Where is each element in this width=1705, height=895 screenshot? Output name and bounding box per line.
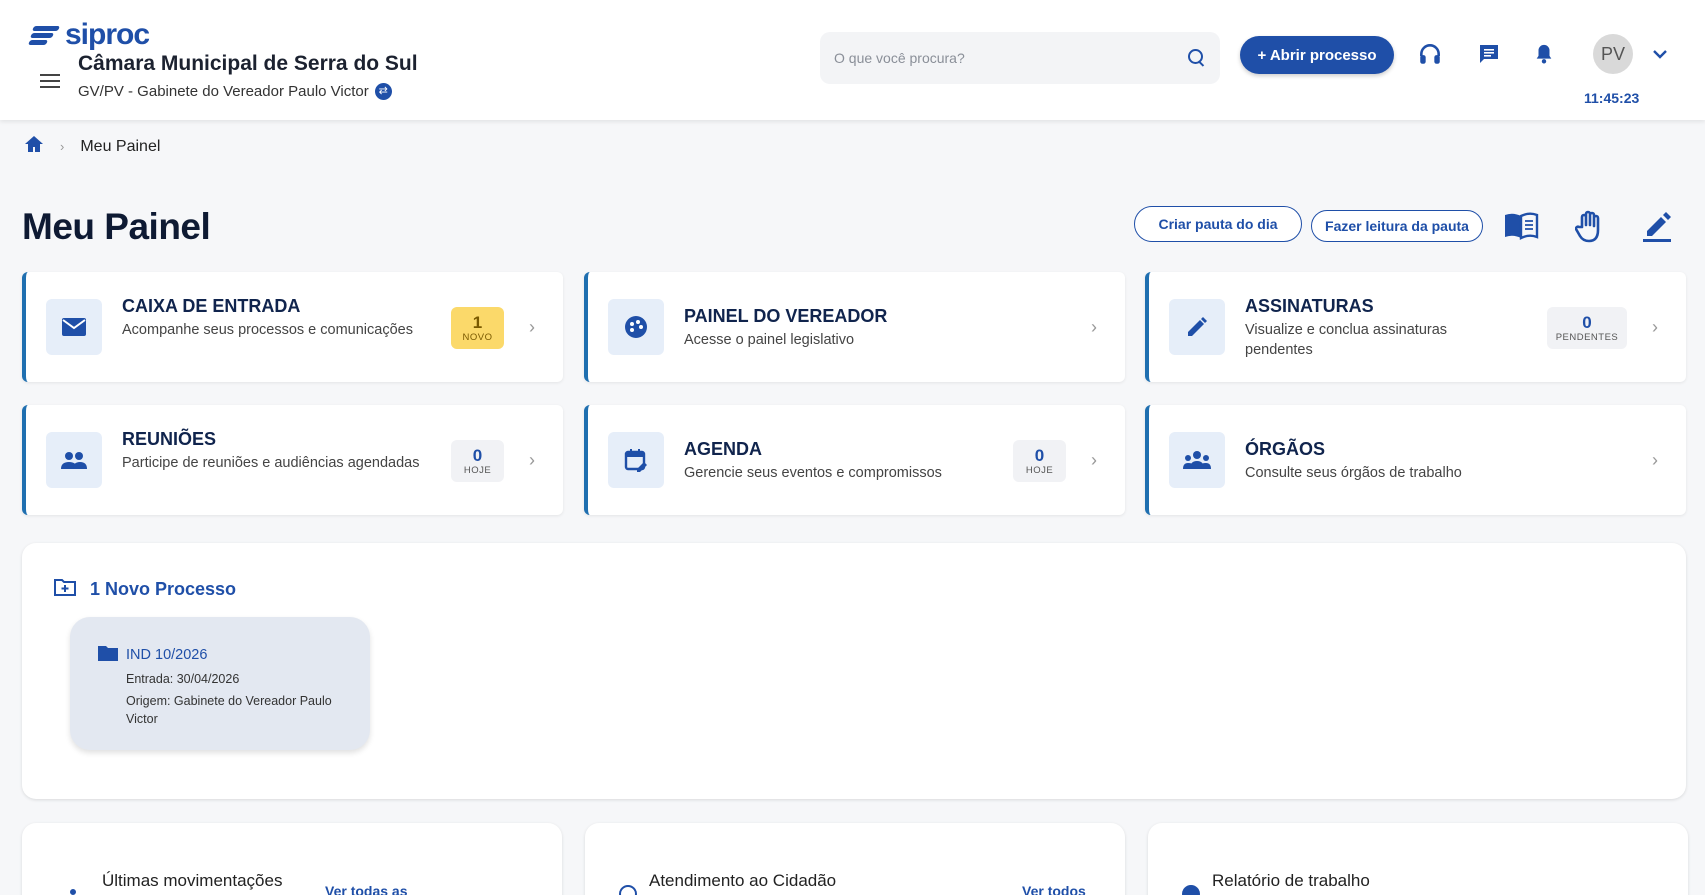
open-process-button[interactable]: + Abrir processo <box>1240 36 1394 74</box>
card-description: Gerencie seus eventos e compromissos <box>684 465 942 481</box>
search-icon[interactable] <box>1188 49 1206 67</box>
folder-add-icon <box>54 578 76 601</box>
home-icon[interactable] <box>24 135 44 158</box>
chevron-right-icon: › <box>1652 450 1658 470</box>
agenda-card[interactable]: AGENDA Gerencie seus eventos e compromis… <box>584 405 1125 515</box>
panel-title: Atendimento ao Cidadão <box>649 871 837 890</box>
org-subtitle: GV/PV - Gabinete do Vereador Paulo Victo… <box>78 83 392 100</box>
today-count-badge: 0 HOJE <box>451 440 504 482</box>
card-description: Consulte seus órgãos de trabalho <box>1245 465 1462 481</box>
badge-number: 0 <box>472 445 483 465</box>
book-icon[interactable] <box>1503 208 1539 244</box>
inbox-card[interactable]: CAIXA DE ENTRADA Acompanhe seus processo… <box>22 272 563 382</box>
notifications-bell-icon[interactable] <box>1530 40 1558 68</box>
support-icon <box>619 885 637 895</box>
chevron-right-icon: › <box>1091 450 1097 470</box>
chevron-right-icon: › <box>1652 317 1658 337</box>
panel-title: Últimas movimentações <box>102 871 283 890</box>
breadcrumb-current: Meu Painel <box>80 137 161 155</box>
breadcrumb: › Meu Painel <box>24 135 160 158</box>
signatures-card[interactable]: ASSINATURAS Visualize e conclua assinatu… <box>1145 272 1686 382</box>
people-icon <box>46 432 102 488</box>
card-title: CAIXA DE ENTRADA <box>122 296 301 316</box>
groups-icon <box>1169 432 1225 488</box>
history-icon <box>70 889 76 895</box>
breadcrumb-separator-icon: › <box>60 139 65 154</box>
pending-count-badge: 0 PENDENTES <box>1547 307 1627 349</box>
user-avatar[interactable]: PV <box>1593 34 1633 74</box>
edit-pencil-icon[interactable] <box>1639 208 1675 244</box>
view-all-movements-link[interactable]: Ver todas as <box>325 883 408 895</box>
process-number[interactable]: IND 10/2026 <box>126 647 207 663</box>
meetings-card[interactable]: REUNIÕES Participe de reuniões e audiênc… <box>22 405 563 515</box>
today-count-badge: 0 HOJE <box>1013 440 1066 482</box>
organs-card[interactable]: ÓRGÃOS Consulte seus órgãos de trabalho … <box>1145 405 1686 515</box>
calendar-edit-icon <box>608 432 664 488</box>
view-all-citizen-link[interactable]: Ver todos <box>1022 883 1086 895</box>
chevron-right-icon: › <box>529 450 535 470</box>
read-agenda-button[interactable]: Fazer leitura da pauta <box>1311 210 1483 242</box>
mail-icon <box>46 299 102 355</box>
menu-icon[interactable] <box>40 74 60 88</box>
process-entry-date: Entrada: 30/04/2026 <box>126 672 240 686</box>
process-card[interactable]: IND 10/2026 Entrada: 30/04/2026 Origem: … <box>70 617 370 750</box>
siproc-logo[interactable]: siproc <box>27 18 150 51</box>
card-description: Acompanhe seus processos e comunicações <box>122 322 413 338</box>
citizen-service-panel: Atendimento ao Cidadão Ver todos <box>585 823 1125 895</box>
search-input[interactable] <box>834 50 1188 66</box>
logo-text: siproc <box>65 18 150 51</box>
swap-department-icon[interactable]: ⇄ <box>374 83 392 100</box>
badge-number: 1 <box>472 312 483 332</box>
folder-icon <box>98 645 118 661</box>
card-title: ASSINATURAS <box>1245 296 1374 316</box>
work-report-panel: Relatório de trabalho <box>1148 823 1688 895</box>
panel-header: 1 Novo Processo <box>54 578 236 601</box>
card-title: ÓRGÃOS <box>1245 439 1326 459</box>
new-count-badge: 1 NOVO <box>451 307 504 349</box>
chevron-right-icon: › <box>529 317 535 337</box>
card-description: Visualize e conclua assinaturas pendente… <box>1245 322 1448 358</box>
chevron-right-icon: › <box>1091 317 1097 337</box>
headset-icon[interactable] <box>1416 40 1444 68</box>
panel-title: Relatório de trabalho <box>1212 871 1370 890</box>
badge-label: HOJE <box>463 464 492 476</box>
badge-label: PENDENTES <box>1555 331 1619 343</box>
palette-icon <box>608 299 664 355</box>
clock: 11:45:23 <box>1584 90 1640 106</box>
process-origin: Origem: Gabinete do Vereador Paulo Victo… <box>126 694 332 726</box>
page-title: Meu Painel <box>22 206 211 247</box>
create-agenda-button[interactable]: Criar pauta do dia <box>1134 206 1302 242</box>
chat-icon[interactable] <box>1475 40 1503 68</box>
raise-hand-icon[interactable] <box>1572 208 1608 244</box>
badge-number: 0 <box>1582 312 1592 332</box>
panel-title: 1 Novo Processo <box>90 579 237 599</box>
org-subtitle-text: GV/PV - Gabinete do Vereador Paulo Victo… <box>78 83 369 100</box>
search-box <box>820 32 1220 84</box>
council-panel-card[interactable]: PAINEL DO VEREADOR Acesse o painel legis… <box>584 272 1125 382</box>
card-description: Acesse o painel legislativo <box>684 332 855 348</box>
card-title: REUNIÕES <box>122 429 217 449</box>
card-title: PAINEL DO VEREADOR <box>684 306 888 326</box>
chevron-down-icon[interactable] <box>1652 46 1668 62</box>
org-title: Câmara Municipal de Serra do Sul <box>78 52 418 75</box>
pen-icon <box>1169 299 1225 355</box>
card-title: AGENDA <box>684 439 763 459</box>
last-movements-panel: Últimas movimentações Ver todas as <box>22 823 562 895</box>
badge-number: 0 <box>1034 445 1045 465</box>
logo-mark-icon <box>27 24 61 46</box>
badge-label: NOVO <box>462 331 493 343</box>
top-header: siproc Câmara Municipal de Serra do Sul … <box>0 0 1705 120</box>
badge-label: HOJE <box>1025 464 1054 476</box>
new-process-panel: 1 Novo Processo IND 10/2026 Entrada: 30/… <box>22 543 1686 799</box>
card-description: Participe de reuniões e audiências agend… <box>122 455 420 471</box>
clock-icon <box>1182 885 1200 895</box>
